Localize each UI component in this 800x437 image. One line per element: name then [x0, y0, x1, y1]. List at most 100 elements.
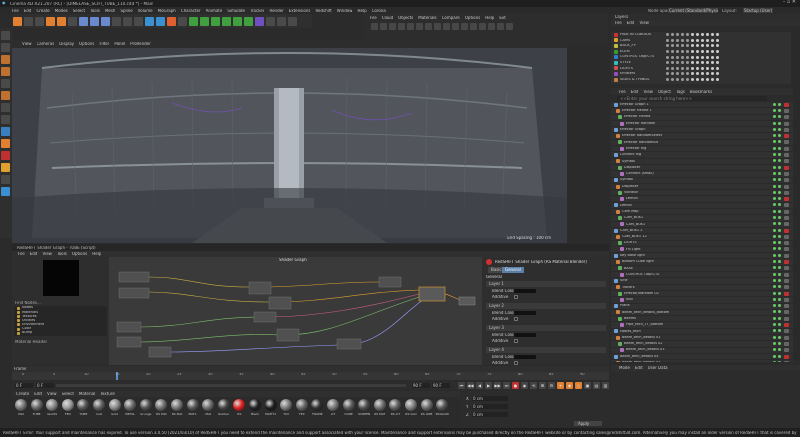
- visibility-dot[interactable]: [773, 215, 776, 219]
- node-category[interactable]: Bump: [14, 331, 107, 335]
- material-swatch-item[interactable]: FRAME: [310, 399, 324, 416]
- layer-toggle-icon[interactable]: [696, 55, 699, 59]
- visibility-dot[interactable]: [773, 285, 776, 289]
- material-swatch-item[interactable]: METAL: [123, 399, 137, 416]
- shader-menu-options[interactable]: Options: [72, 252, 87, 256]
- layer-toggle-icon[interactable]: [696, 66, 699, 70]
- material-menu-view[interactable]: View: [47, 392, 57, 396]
- visibility-dot[interactable]: [778, 102, 781, 106]
- objects-search[interactable]: <<Enter your search string here>>: [617, 96, 767, 101]
- blend-layer-header[interactable]: Layer 4: [486, 347, 606, 353]
- material-swatch-item[interactable]: LIT: [326, 399, 340, 416]
- material-menu-texture[interactable]: Texture: [100, 392, 115, 396]
- visibility-dot[interactable]: [773, 291, 776, 295]
- visibility-dot[interactable]: [773, 234, 776, 238]
- viewport-menu-options[interactable]: Options: [79, 42, 94, 46]
- material-menu-edit[interactable]: Edit: [34, 392, 42, 396]
- tag-icon[interactable]: [784, 153, 789, 158]
- toolbar-tool-icon[interactable]: [35, 16, 44, 26]
- tag-icon[interactable]: [784, 121, 789, 126]
- viewer-menu-compare[interactable]: Compare: [442, 16, 460, 20]
- toolbar-tool-icon[interactable]: [288, 16, 297, 26]
- layer-toggle-icon[interactable]: [681, 72, 684, 76]
- layer-toggle-icon[interactable]: [686, 72, 689, 76]
- layer-toggle-icon[interactable]: [716, 50, 719, 54]
- visibility-dot[interactable]: [773, 153, 776, 157]
- layer-toggle-icon[interactable]: [696, 38, 699, 42]
- material-swatch-item[interactable]: MATIT1: [264, 399, 278, 416]
- tag-icon[interactable]: [784, 184, 789, 189]
- layer-toggle-icon[interactable]: [701, 44, 704, 48]
- visibility-dot[interactable]: [778, 153, 781, 157]
- layer-toggle-icon[interactable]: [716, 44, 719, 48]
- coord-field[interactable]: 0 cm: [472, 412, 508, 417]
- material-swatch-item[interactable]: TCX: [279, 399, 293, 416]
- tag-icon[interactable]: [784, 108, 789, 113]
- layer-toggle-icon[interactable]: [681, 78, 684, 82]
- transport-button[interactable]: ●: [512, 382, 519, 389]
- tag-icon[interactable]: [784, 165, 789, 170]
- material-swatch-item[interactable]: TUBE: [76, 399, 90, 416]
- mode-tool-icon[interactable]: [1, 91, 10, 100]
- menu-item-create[interactable]: Create: [36, 9, 49, 13]
- mode-tool-icon[interactable]: [1, 115, 10, 124]
- layer-toggle-icon[interactable]: [676, 61, 679, 65]
- layer-toggle-icon[interactable]: [706, 66, 709, 70]
- visibility-dot[interactable]: [778, 310, 781, 314]
- viewer-tool-icon[interactable]: [389, 22, 396, 30]
- material-swatch-item[interactable]: RS LINE: [420, 399, 434, 416]
- tag-icon[interactable]: [784, 228, 789, 233]
- viewer-tool-icon[interactable]: [434, 22, 441, 30]
- layer-toggle-icon[interactable]: [666, 55, 669, 59]
- menu-item-simulate[interactable]: Simulate: [227, 9, 245, 13]
- tag-icon[interactable]: [784, 190, 789, 195]
- visibility-dot[interactable]: [778, 178, 781, 182]
- shader-menu-tools[interactable]: Tools: [57, 252, 67, 256]
- tag-icon[interactable]: [784, 329, 789, 334]
- material-swatch-item[interactable]: TEX: [295, 399, 309, 416]
- layer-toggle-icon[interactable]: [676, 66, 679, 70]
- viewer-tool-icon[interactable]: [443, 22, 450, 30]
- tag-icon[interactable]: [784, 159, 789, 164]
- blend-color-swatch[interactable]: [514, 289, 536, 293]
- tag-icon[interactable]: [784, 178, 789, 183]
- blend-layer-header[interactable]: Layer 1: [486, 281, 606, 287]
- visibility-dot[interactable]: [773, 197, 776, 201]
- visibility-dot[interactable]: [773, 102, 776, 106]
- visibility-dot[interactable]: [778, 304, 781, 308]
- shader-graph-canvas[interactable]: Shader Graph: [109, 257, 482, 365]
- layout-dropdown[interactable]: Startup (User): [743, 8, 773, 13]
- shader-menu-help[interactable]: Help: [92, 252, 101, 256]
- node-space-dropdown[interactable]: Current (Standard/Physical): [668, 8, 718, 13]
- visibility-dot[interactable]: [773, 316, 776, 320]
- blend-color-swatch[interactable]: [514, 333, 536, 337]
- tag-icon[interactable]: [784, 285, 789, 290]
- visibility-dot[interactable]: [778, 222, 781, 226]
- attributes-menu-item[interactable]: User Data: [648, 366, 668, 370]
- shader-menu-edit[interactable]: Edit: [30, 252, 38, 256]
- layer-toggle-icon[interactable]: [696, 72, 699, 76]
- viewer-menu-file[interactable]: File: [370, 16, 377, 20]
- viewer-tool-icon[interactable]: [488, 22, 495, 30]
- layer-toggle-icon[interactable]: [681, 33, 684, 37]
- transport-button[interactable]: ⏭: [503, 382, 510, 389]
- toolbar-tool-icon[interactable]: [57, 16, 66, 26]
- viewer-tool-icon[interactable]: [407, 22, 414, 30]
- apply-button[interactable]: Apply: [574, 421, 602, 426]
- visibility-dot[interactable]: [773, 323, 776, 327]
- additive-checkbox[interactable]: [514, 317, 518, 321]
- layers-menu-view[interactable]: View: [639, 21, 649, 25]
- layer-toggle-icon[interactable]: [701, 33, 704, 37]
- layer-toggle-icon[interactable]: [666, 72, 669, 76]
- visibility-dot[interactable]: [778, 209, 781, 213]
- layer-toggle-icon[interactable]: [686, 66, 689, 70]
- material-swatch-item[interactable]: Mat: [14, 399, 28, 416]
- toolbar-tool-icon[interactable]: [244, 16, 253, 26]
- toolbar-tool-icon[interactable]: [211, 16, 220, 26]
- tag-icon[interactable]: [784, 140, 789, 145]
- toolbar-tool-icon[interactable]: [123, 16, 132, 26]
- tag-icon[interactable]: [784, 222, 789, 227]
- mode-tool-icon[interactable]: [1, 103, 10, 112]
- material-swatch-item[interactable]: CORE: [342, 399, 356, 416]
- visibility-dot[interactable]: [778, 127, 781, 131]
